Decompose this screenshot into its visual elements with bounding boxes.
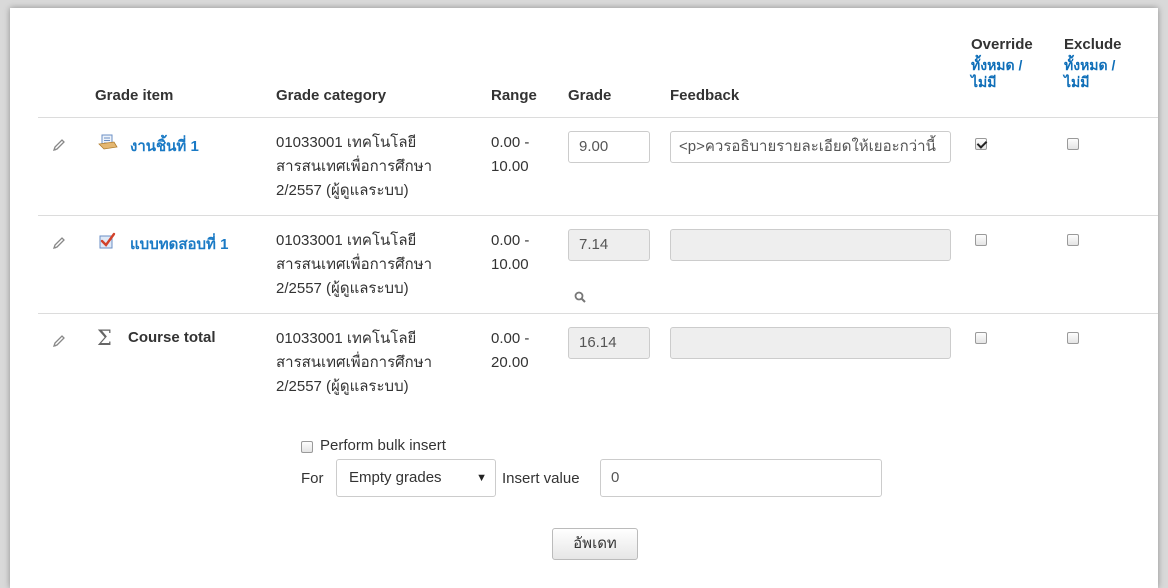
insert-value-input[interactable]: 0 xyxy=(600,459,882,497)
sigma-icon: Σ xyxy=(97,326,112,350)
override-checkbox[interactable] xyxy=(975,332,987,344)
row-divider xyxy=(38,215,1158,216)
update-button[interactable]: อัพเดท xyxy=(552,528,638,560)
grade-input-disabled: 16.14 xyxy=(568,327,650,359)
grade-input-disabled: 7.14 xyxy=(568,229,650,261)
header-feedback: Feedback xyxy=(670,87,740,104)
edit-pencil-icon[interactable] xyxy=(52,138,66,156)
for-label: For xyxy=(301,470,324,487)
quiz-icon xyxy=(98,232,116,254)
for-select[interactable]: Empty grades ▼ xyxy=(336,459,496,497)
override-select-none-link[interactable]: ไม่มี xyxy=(971,72,997,94)
grade-input[interactable]: 9.00 xyxy=(568,131,650,163)
edit-pencil-icon[interactable] xyxy=(52,236,66,254)
feedback-input[interactable]: <p>ควรอธิบายรายละเอียดให้เยอะกว่านี้ xyxy=(670,131,951,163)
assignment-icon xyxy=(98,133,118,155)
header-override: Override xyxy=(971,36,1033,53)
grade-category: 01033001 เทคโนโลยี สารสนเทศเพื่อการศึกษา… xyxy=(276,232,433,297)
header-grade-item: Grade item xyxy=(95,87,174,104)
feedback-input-disabled xyxy=(670,229,951,261)
grade-range: 0.00 - 10.00 xyxy=(491,232,530,273)
exclude-checkbox[interactable] xyxy=(1067,332,1079,344)
header-grade-category: Grade category xyxy=(276,87,387,104)
grade-range: 0.00 - 10.00 xyxy=(491,134,530,175)
header-divider xyxy=(38,117,1158,118)
header-exclude: Exclude xyxy=(1064,36,1122,53)
edit-pencil-icon[interactable] xyxy=(52,334,66,352)
grade-category: 01033001 เทคโนโลยี สารสนเทศเพื่อการศึกษา… xyxy=(276,134,433,199)
insert-value-label: Insert value xyxy=(502,470,580,487)
row-divider xyxy=(38,313,1158,314)
grader-report-panel: Grade item Grade category Range Grade Fe… xyxy=(10,8,1158,588)
grade-item-link[interactable]: แบบทดสอบที่ 1 xyxy=(130,232,228,256)
dropdown-arrow-icon: ▼ xyxy=(476,472,487,484)
course-total-label: Course total xyxy=(128,329,216,346)
exclude-select-none-link[interactable]: ไม่มี xyxy=(1064,72,1090,94)
bulk-insert-checkbox[interactable] xyxy=(301,441,313,453)
magnifier-icon[interactable] xyxy=(574,290,586,307)
header-range: Range xyxy=(491,87,537,104)
override-checkbox[interactable] xyxy=(975,234,987,246)
grade-item-link[interactable]: งานชิ้นที่ 1 xyxy=(130,134,199,158)
exclude-checkbox[interactable] xyxy=(1067,234,1079,246)
bulk-insert-label: Perform bulk insert xyxy=(320,437,446,454)
override-checkbox[interactable] xyxy=(975,138,987,150)
header-grade: Grade xyxy=(568,87,612,104)
feedback-input-disabled xyxy=(670,327,951,359)
grade-range: 0.00 - 20.00 xyxy=(491,330,530,371)
exclude-checkbox[interactable] xyxy=(1067,138,1079,150)
grade-category: 01033001 เทคโนโลยี สารสนเทศเพื่อการศึกษา… xyxy=(276,330,433,395)
